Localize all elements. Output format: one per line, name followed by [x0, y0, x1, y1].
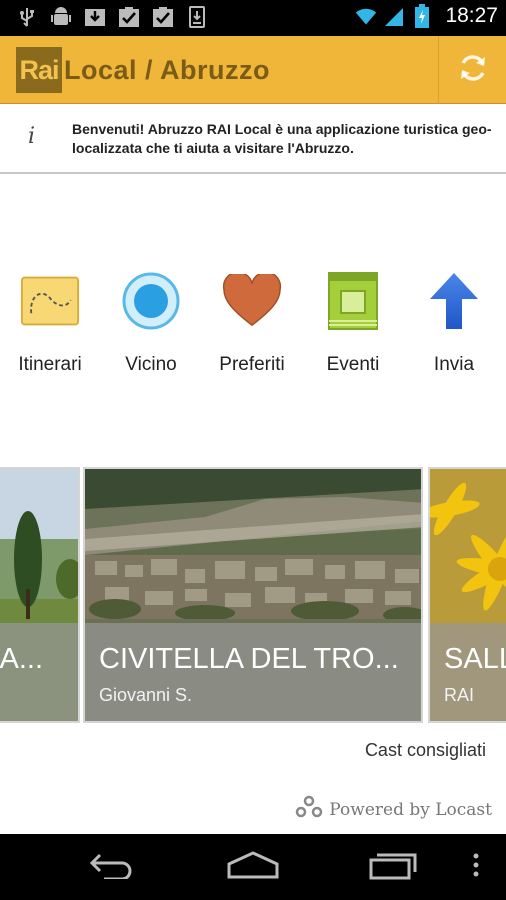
overflow-menu-icon: [472, 853, 480, 882]
download-icon: [84, 6, 106, 28]
menu-label: Preferiti: [219, 354, 285, 375]
recent-apps-button[interactable]: [354, 844, 434, 890]
card-title: 'A...: [0, 643, 44, 675]
powered-by[interactable]: Powered by Locast: [295, 795, 492, 824]
card-author: Giovanni S.: [99, 685, 193, 705]
logo-title: Local / Abruzzo: [64, 54, 271, 85]
location-circle-icon: [121, 269, 181, 333]
app-logo: Rai Local / Abruzzo: [16, 46, 270, 94]
locast-logo-icon: [295, 795, 323, 824]
menu-label: Eventi: [326, 354, 380, 375]
menu-item-invia[interactable]: Invia: [404, 265, 504, 385]
info-icon: i: [28, 124, 36, 149]
clock: 18:27: [445, 4, 498, 27]
card-caption: 'A...: [0, 623, 78, 721]
status-bar: 18:27: [0, 0, 506, 36]
menu-label: Invia: [433, 354, 475, 375]
map-route-icon: [20, 269, 80, 333]
card-title: CIVITELLA DEL TRO...: [99, 643, 399, 675]
menu-item-vicino[interactable]: Vicino: [101, 265, 201, 385]
back-button[interactable]: [72, 844, 152, 890]
menu-label: Itinerari: [18, 354, 82, 375]
heart-icon: [222, 269, 282, 333]
info-banner: i Benvenuti! Abruzzo RAI Local è una app…: [0, 104, 506, 174]
home-button[interactable]: [213, 844, 293, 890]
logo-badge: Rai: [16, 47, 62, 93]
download-complete-icon: [186, 6, 208, 28]
notification-icons: [16, 6, 208, 28]
overflow-menu-button[interactable]: [446, 844, 506, 890]
usb-icon: [16, 6, 38, 28]
menu-item-itinerari[interactable]: Itinerari: [0, 265, 100, 385]
card-caption: CIVITELLA DEL TRO... Giovanni S.: [85, 623, 421, 721]
home-icon: [226, 850, 280, 885]
event-calendar-icon: [323, 269, 383, 333]
card-caption: SALL RAI: [430, 623, 506, 721]
clipboard-check-icon: [152, 6, 174, 28]
main-menu: Itinerari Vicino Preferiti Eventi Invia: [0, 265, 506, 385]
carousel-card[interactable]: 'A...: [0, 467, 80, 723]
carousel-card[interactable]: CIVITELLA DEL TRO... Giovanni S.: [83, 467, 423, 723]
recent-apps-icon: [369, 850, 419, 885]
navigation-bar: [0, 834, 506, 900]
upload-arrow-icon: [424, 269, 484, 333]
section-label: Cast consigliati: [364, 740, 486, 760]
menu-item-preferiti[interactable]: Preferiti: [202, 265, 302, 385]
action-bar: Rai Local / Abruzzo: [0, 36, 506, 104]
info-text: Benvenuti! Abruzzo RAI Local è una appli…: [72, 121, 492, 156]
menu-label: Vicino: [125, 354, 177, 375]
back-icon: [88, 851, 136, 884]
cast-carousel[interactable]: 'A...: [0, 467, 506, 723]
powered-by-text: Powered by Locast: [329, 799, 492, 820]
refresh-button[interactable]: [438, 36, 506, 104]
card-title: SALL: [444, 643, 506, 675]
refresh-icon: [456, 51, 490, 90]
android-debug-icon: [50, 6, 72, 28]
card-author: RAI: [444, 685, 475, 705]
wifi-icon: [355, 5, 377, 27]
carousel-card[interactable]: SALL RAI: [428, 467, 506, 723]
clipboard-check-icon: [118, 6, 140, 28]
battery-charging-icon: [411, 4, 433, 28]
menu-item-eventi[interactable]: Eventi: [303, 265, 403, 385]
signal-icon: [383, 5, 405, 27]
